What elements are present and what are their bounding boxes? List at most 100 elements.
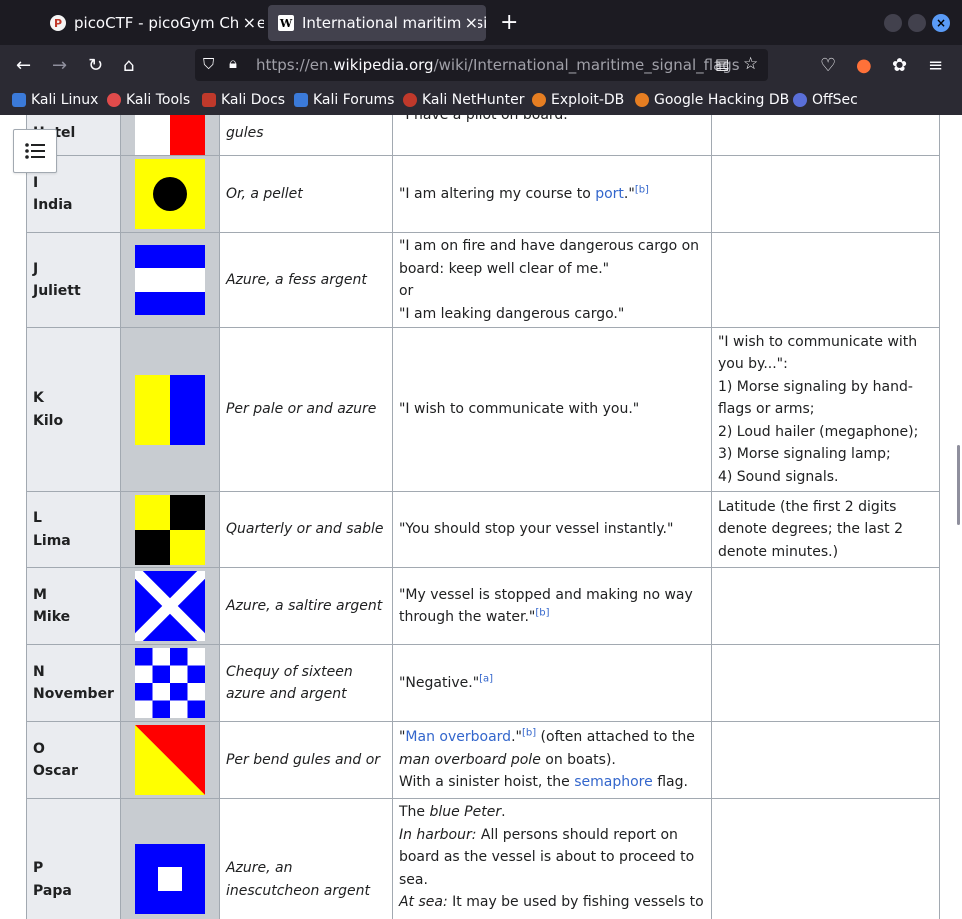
heraldry-cell: Azure, an inescutcheon argent bbox=[218, 798, 393, 919]
kali-icon bbox=[12, 93, 26, 107]
lock-icon[interactable]: 🔒︎ bbox=[229, 54, 237, 72]
navigation-bar: ← → ↻ ⌂ ⛉ 🔒︎ https://en.wikipedia.org/wi… bbox=[0, 45, 962, 87]
flag-image bbox=[119, 327, 220, 492]
flag-image bbox=[119, 567, 220, 645]
list-icon bbox=[25, 143, 45, 159]
pocket-icon[interactable]: ♡ bbox=[820, 55, 836, 76]
table-row: P Papa Azure, an inescutcheon argent The … bbox=[26, 798, 940, 919]
menu-icon[interactable]: ≡ bbox=[928, 55, 943, 76]
shield-icon[interactable]: ⛉ bbox=[203, 55, 214, 73]
notes-cell bbox=[710, 155, 940, 233]
notes-cell bbox=[710, 115, 940, 156]
bookmark-kali-docs[interactable]: Kali Docs bbox=[202, 92, 285, 108]
tab-wikipedia[interactable]: W International maritime sig × bbox=[268, 5, 486, 41]
meaning-cell: "You should stop your vessel instantly." bbox=[391, 491, 712, 568]
bookmark-kali-tools[interactable]: Kali Tools bbox=[107, 92, 190, 108]
flag-code: N November bbox=[26, 644, 121, 722]
exploit-db-icon bbox=[532, 93, 546, 107]
window-close-icon[interactable]: × bbox=[932, 14, 950, 32]
kali-forums-icon bbox=[294, 93, 308, 107]
reference-link[interactable]: [a] bbox=[479, 673, 493, 684]
reference-link[interactable]: [b] bbox=[522, 728, 536, 739]
heraldry-cell: Per bend gules and or bbox=[218, 721, 393, 799]
flag-code: P Papa bbox=[26, 798, 121, 919]
bookmark-star-icon[interactable]: ☆ bbox=[743, 54, 758, 74]
table-row: I India Or, a pellet "I am altering my co… bbox=[26, 155, 940, 233]
close-tab-icon[interactable]: × bbox=[461, 13, 478, 32]
bookmark-kali-linux[interactable]: Kali Linux bbox=[12, 92, 98, 108]
wikipedia-icon: W bbox=[278, 15, 294, 31]
maximize-icon[interactable] bbox=[908, 14, 926, 32]
notes-cell bbox=[710, 567, 940, 645]
meaning-cell: "I am on fire and have dangerous cargo o… bbox=[391, 232, 712, 328]
table-row: K Kilo Per pale or and azure "I wish to c… bbox=[26, 327, 940, 492]
flag-code: K Kilo bbox=[26, 327, 121, 492]
home-icon[interactable]: ⌂ bbox=[123, 55, 134, 76]
firefox-account-icon[interactable]: ● bbox=[856, 55, 872, 76]
heraldry-cell: Per pale or and azure bbox=[218, 327, 393, 492]
heraldry-cell: gules bbox=[218, 115, 393, 156]
heraldry-cell: Azure, a saltire argent bbox=[218, 567, 393, 645]
flag-code: J Juliett bbox=[26, 232, 121, 328]
link-port[interactable]: port bbox=[595, 186, 624, 202]
heraldry-cell: Chequy of sixteen azure and argent bbox=[218, 644, 393, 722]
minimize-icon[interactable] bbox=[884, 14, 902, 32]
bookmark-offsec[interactable]: OffSec bbox=[793, 92, 858, 108]
notes-cell bbox=[710, 232, 940, 328]
forward-icon[interactable]: → bbox=[52, 55, 67, 76]
table-row: O Oscar Per bend gules and or "Man overbo… bbox=[26, 721, 940, 799]
nethunter-icon bbox=[403, 93, 417, 107]
kali-tools-icon bbox=[107, 93, 121, 107]
tab-title: picoCTF - picoGym Challe bbox=[74, 14, 264, 32]
url-bar[interactable]: ⛉ 🔒︎ https://en.wikipedia.org/wiki/Inter… bbox=[195, 49, 768, 81]
bookmarks-toolbar: Kali Linux Kali Tools Kali Docs Kali For… bbox=[0, 87, 962, 115]
url-text[interactable]: https://en.wikipedia.org/wiki/Internatio… bbox=[256, 56, 740, 74]
meaning-cell: "I am altering my course to port."[b] bbox=[391, 155, 712, 233]
new-tab-icon[interactable]: + bbox=[500, 10, 518, 35]
notes-cell bbox=[710, 798, 940, 919]
table-row: L Lima Quarterly or and sable "You should… bbox=[26, 491, 940, 568]
flag-image bbox=[119, 644, 220, 722]
notes-cell: "I wish to communicate with you by...": 1… bbox=[710, 327, 940, 492]
reference-link[interactable]: [b] bbox=[635, 184, 649, 195]
meaning-cell: "I wish to communicate with you." bbox=[391, 327, 712, 492]
notes-cell: Latitude (the first 2 digits denote degr… bbox=[710, 491, 940, 568]
back-icon[interactable]: ← bbox=[16, 55, 31, 76]
scrollbar[interactable] bbox=[957, 445, 960, 525]
tab-bar: P picoCTF - picoGym Challe × W Internati… bbox=[0, 0, 962, 45]
flag-code: L Lima bbox=[26, 491, 121, 568]
signal-flags-table: Hotel gules "I have a pilot on board." I… bbox=[26, 115, 940, 919]
meaning-cell: "I have a pilot on board." bbox=[391, 115, 712, 156]
reference-link[interactable]: [b] bbox=[535, 607, 549, 618]
link-man-overboard[interactable]: Man overboard bbox=[405, 729, 511, 745]
extensions-icon[interactable]: ✿ bbox=[892, 55, 907, 76]
close-tab-icon[interactable]: × bbox=[239, 13, 256, 32]
table-row: N November Chequy of sixteen azure and ar… bbox=[26, 644, 940, 722]
offsec-icon bbox=[793, 93, 807, 107]
meaning-cell: "Man overboard."[b] (often attached to t… bbox=[391, 721, 712, 799]
reader-view-icon[interactable]: ▤ bbox=[715, 55, 729, 73]
meaning-cell: "Negative."[a] bbox=[391, 644, 712, 722]
table-of-contents-button[interactable] bbox=[13, 129, 57, 173]
bookmark-exploit-db[interactable]: Exploit-DB bbox=[532, 92, 624, 108]
browser-window: P picoCTF - picoGym Challe × W Internati… bbox=[0, 0, 962, 919]
bookmark-kali-forums[interactable]: Kali Forums bbox=[294, 92, 394, 108]
tab-picoctf[interactable]: P picoCTF - picoGym Challe × bbox=[40, 5, 264, 41]
bookmark-google-hacking-db[interactable]: Google Hacking DB bbox=[635, 92, 789, 108]
table-row: Hotel gules "I have a pilot on board." bbox=[26, 115, 940, 156]
flag-image bbox=[119, 721, 220, 799]
link-semaphore[interactable]: semaphore bbox=[574, 774, 653, 790]
flag-code: O Oscar bbox=[26, 721, 121, 799]
bookmark-kali-nethunter[interactable]: Kali NetHunter bbox=[403, 92, 524, 108]
heraldry-cell: Or, a pellet bbox=[218, 155, 393, 233]
notes-cell bbox=[710, 721, 940, 799]
ghdb-icon bbox=[635, 93, 649, 107]
flag-image bbox=[119, 491, 220, 568]
flag-image bbox=[119, 155, 220, 233]
meaning-cell: The blue Peter. In harbour: All persons … bbox=[391, 798, 712, 919]
reload-icon[interactable]: ↻ bbox=[88, 55, 103, 76]
notes-cell bbox=[710, 644, 940, 722]
tab-title: International maritime sig bbox=[302, 14, 486, 32]
table-row: J Juliett Azure, a fess argent "I am on f… bbox=[26, 232, 940, 328]
heraldry-cell: Azure, a fess argent bbox=[218, 232, 393, 328]
